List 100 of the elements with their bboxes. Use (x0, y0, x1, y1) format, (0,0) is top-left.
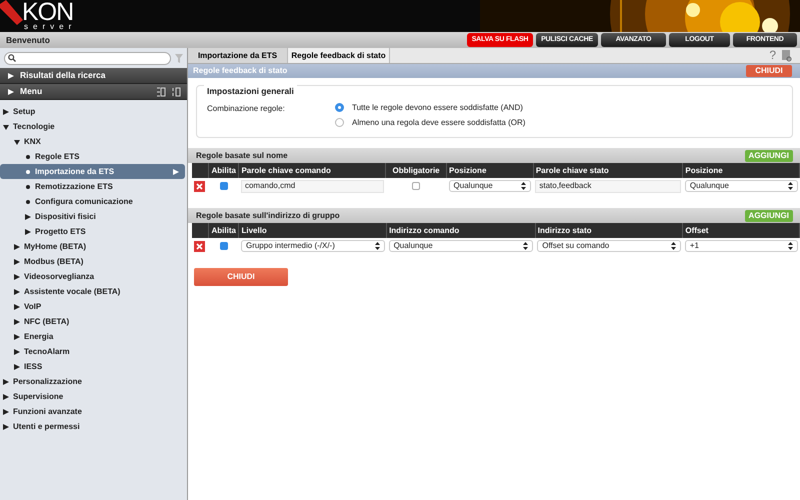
tree-label: Supervisione (13, 390, 64, 402)
tree-label: Importazione da ETS (35, 166, 114, 178)
text-field[interactable]: comando,cmd (240, 180, 384, 192)
tree-item[interactable]: Tecnologie (0, 119, 187, 134)
section-title: Regole basate sull'indirizzo di gruppo (196, 210, 340, 222)
document-search-icon[interactable] (782, 50, 792, 62)
tree-item[interactable]: Importazione da ETS (0, 164, 185, 179)
tree-label: NFC (BETA) (24, 316, 70, 328)
tree-item[interactable]: Setup (0, 104, 187, 119)
tree-item[interactable]: KNX (0, 134, 187, 149)
dropdown-icon (523, 242, 528, 250)
dropdown-icon (374, 242, 380, 250)
select-field[interactable]: Qualunque (388, 240, 534, 252)
section-header[interactable]: Menu (0, 84, 187, 100)
tree-item[interactable]: VoIP (0, 299, 187, 314)
logo-subtext: server (24, 22, 76, 31)
tree-label: Energia (24, 330, 54, 342)
section-title: Menu (20, 85, 42, 98)
collapse-all-icon[interactable] (171, 86, 181, 96)
tree-label: Progetto ETS (35, 226, 86, 238)
tab[interactable]: Importazione da ETS (188, 48, 288, 63)
welcome-label: Benvenuto (6, 34, 51, 46)
tree-label: Utenti e permessi (13, 420, 80, 432)
tree-item[interactable]: NFC (BETA) (0, 314, 187, 329)
search-field[interactable] (4, 52, 171, 64)
tree-label: Regole ETS (35, 150, 80, 162)
search-icon (8, 54, 16, 62)
section-title: Risultati della ricerca (20, 69, 106, 82)
radio-option[interactable]: Tutte le regole devono essere soddisfatte (AND) (335, 100, 526, 115)
tree-label: Modbus (BETA) (24, 256, 84, 268)
dropdown-icon (788, 242, 792, 250)
tree-item[interactable]: Funzioni avanzate (0, 404, 187, 419)
tree-label: Configura comunicazione (35, 196, 133, 208)
field-label: Combinazione regole: (207, 103, 286, 115)
expand-all-icon[interactable] (156, 86, 166, 96)
column-header: Posizione (682, 163, 800, 178)
select-field[interactable]: Qualunque (448, 180, 532, 192)
select-field[interactable]: +1 (684, 240, 798, 252)
column-header: Parole chiave stato (533, 163, 683, 178)
column-header: Livello (238, 223, 387, 238)
bullet-icon (26, 200, 30, 204)
dropdown-icon (521, 182, 526, 190)
radio-option[interactable]: Almeno una regola deve essere soddisfatta (OR) (335, 115, 526, 130)
column-header: Abilita (208, 223, 239, 238)
arrow-icon (173, 168, 179, 174)
checkbox[interactable] (220, 242, 228, 250)
bullet-icon (26, 154, 30, 158)
tree-label: KNX (24, 136, 41, 148)
select-field[interactable]: Qualunque (684, 180, 798, 192)
tree-label: IESS (24, 360, 42, 372)
tree-label: Tecnologie (13, 120, 55, 132)
tree-label: Funzioni avanzate (13, 406, 82, 418)
select-field[interactable]: Gruppo intermedio (-/X/-) (240, 240, 385, 252)
tree-item[interactable]: Dispositivi fisici (0, 209, 187, 224)
tree-item[interactable]: Progetto ETS (0, 224, 187, 239)
tree-item[interactable]: Assistente vocale (BETA) (0, 284, 187, 299)
panel-title: Regole feedback di stato (193, 65, 288, 77)
select-field[interactable]: Offset su comando (537, 240, 681, 252)
column-header: Abilita (208, 163, 239, 178)
tree-label: VoIP (24, 300, 42, 312)
section-header[interactable]: Risultati della ricerca (0, 68, 187, 84)
column-header: Obbligatorie (386, 163, 447, 178)
dropdown-icon (788, 182, 792, 190)
dropdown-icon (670, 242, 676, 250)
tree-item[interactable]: Modbus (BETA) (0, 254, 187, 269)
group-legend: Impostazioni generali (204, 85, 297, 98)
help-icon[interactable]: ? (769, 48, 776, 63)
column-header: Parole chiave comando (238, 163, 386, 178)
tree-item[interactable]: Supervisione (0, 389, 187, 404)
section-title: Regole basate sul nome (196, 150, 288, 162)
bullet-icon (26, 184, 30, 188)
tree-label: Personalizzazione (13, 376, 82, 388)
tree-item[interactable]: IESS (0, 359, 187, 374)
tree-item[interactable]: Configura comunicazione (0, 194, 187, 209)
column-header: Posizione (446, 163, 534, 178)
text-field[interactable]: stato,feedback (535, 180, 681, 192)
tree-item[interactable]: Remotizzazione ETS (0, 179, 187, 194)
column-header: Indirizzo comando (386, 223, 536, 238)
tree-label: Dispositivi fisici (35, 210, 96, 222)
tree-label: MyHome (BETA) (24, 240, 86, 252)
tree-item[interactable]: Personalizzazione (0, 374, 187, 389)
tab[interactable]: Regole feedback di stato (288, 48, 390, 63)
tree-label: Videosorveglianza (24, 270, 94, 282)
tree-label: Remotizzazione ETS (35, 180, 113, 192)
tree-item[interactable]: MyHome (BETA) (0, 239, 187, 254)
delete-button[interactable] (194, 240, 205, 252)
tree-label: Setup (13, 106, 36, 118)
delete-button[interactable] (194, 180, 205, 192)
tree-item[interactable]: Utenti e permessi (0, 419, 187, 434)
tree-item[interactable]: Regole ETS (0, 149, 187, 164)
column-header: Indirizzo stato (535, 223, 683, 238)
tree-item[interactable]: Videosorveglianza (0, 269, 187, 284)
close-button[interactable]: CHIUDI (746, 65, 792, 77)
tree-item[interactable]: TecnoAlarm (0, 344, 187, 359)
checkbox[interactable] (220, 182, 228, 190)
bullet-icon (26, 170, 30, 174)
checkbox[interactable] (412, 182, 420, 190)
tree-item[interactable]: Energia (0, 329, 187, 344)
logo-text: KON (22, 0, 74, 25)
logo-icon (0, 0, 24, 25)
